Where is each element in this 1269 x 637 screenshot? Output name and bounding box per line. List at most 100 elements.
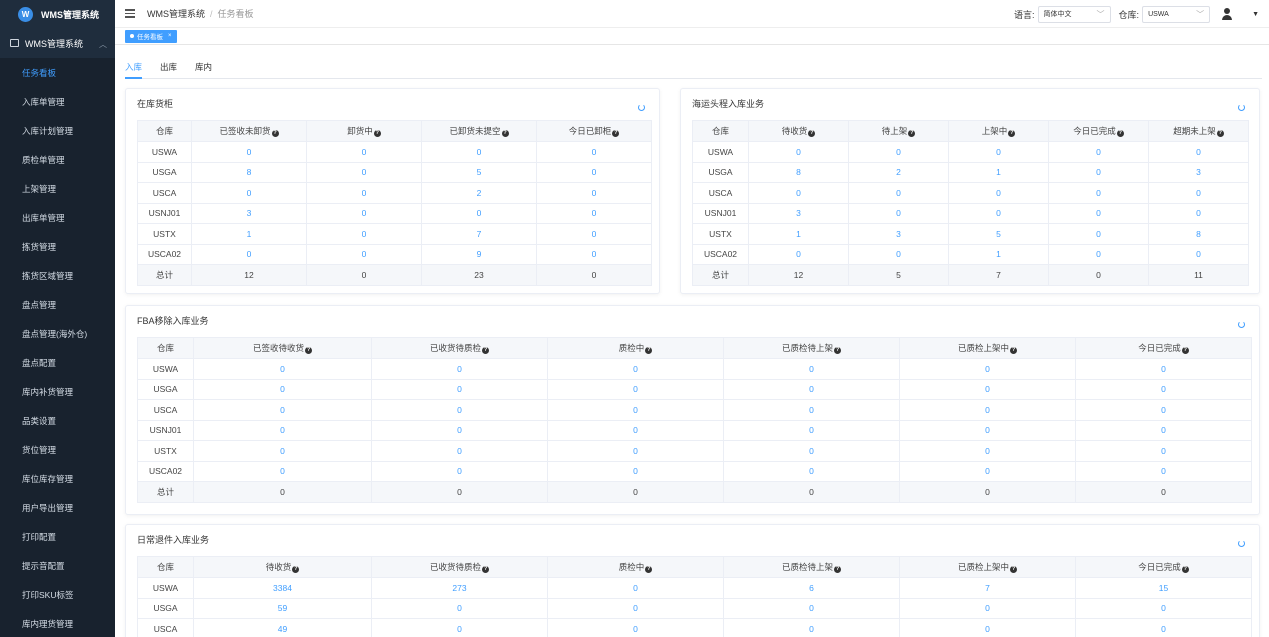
count-link[interactable]: 0	[723, 358, 900, 380]
count-link[interactable]: 0	[948, 182, 1049, 204]
tag-task-board[interactable]: 任务看板 ×	[125, 29, 177, 43]
count-link[interactable]: 0	[421, 202, 537, 224]
help-icon[interactable]: ?	[501, 130, 509, 137]
count-link[interactable]: 0	[1075, 597, 1252, 619]
count-link[interactable]: 0	[1148, 182, 1249, 204]
menu-toggle-icon[interactable]	[125, 9, 135, 18]
count-link[interactable]: 1	[191, 223, 307, 245]
count-link[interactable]: 0	[748, 141, 849, 163]
help-icon[interactable]: ?	[1216, 130, 1224, 137]
count-link[interactable]: 0	[536, 223, 652, 245]
count-link[interactable]: 0	[1048, 223, 1149, 245]
count-link[interactable]: 5	[948, 223, 1049, 245]
count-link[interactable]: 0	[1075, 440, 1252, 462]
count-link[interactable]: 0	[193, 378, 372, 400]
count-link[interactable]: 0	[547, 378, 724, 400]
count-link[interactable]: 0	[899, 378, 1076, 400]
count-link[interactable]: 0	[1075, 358, 1252, 380]
count-link[interactable]: 0	[1048, 141, 1149, 163]
count-link[interactable]: 49	[193, 618, 372, 637]
count-link[interactable]: 0	[748, 243, 849, 265]
count-link[interactable]: 0	[536, 161, 652, 183]
count-link[interactable]: 0	[371, 597, 548, 619]
count-link[interactable]: 0	[306, 161, 422, 183]
refresh-icon[interactable]	[1238, 540, 1245, 547]
count-link[interactable]: 0	[371, 618, 548, 637]
help-icon[interactable]: ?	[1116, 130, 1124, 137]
help-icon[interactable]: ?	[645, 347, 653, 354]
help-icon[interactable]: ?	[482, 566, 489, 573]
count-link[interactable]: 1	[748, 223, 849, 245]
count-link[interactable]: 0	[848, 243, 949, 265]
count-link[interactable]: 6	[723, 577, 900, 599]
sidebar-item[interactable]: 打印SKU标签	[0, 580, 115, 609]
help-icon[interactable]: ?	[645, 566, 653, 573]
count-link[interactable]: 0	[547, 399, 724, 421]
count-link[interactable]: 0	[547, 358, 724, 380]
help-icon[interactable]: ?	[292, 566, 300, 573]
count-link[interactable]: 7	[421, 223, 537, 245]
count-link[interactable]: 0	[547, 440, 724, 462]
logo[interactable]: W WMS管理系统	[0, 0, 115, 28]
count-link[interactable]: 3384	[193, 577, 372, 599]
help-icon[interactable]: ?	[1010, 566, 1017, 573]
sidebar-item[interactable]: 打印配置	[0, 522, 115, 551]
count-link[interactable]: 0	[723, 460, 900, 482]
language-select[interactable]: 简体中文 ﹀	[1037, 5, 1111, 23]
count-link[interactable]: 0	[306, 182, 422, 204]
count-link[interactable]: 15	[1075, 577, 1252, 599]
sidebar-item[interactable]: 拣货区域管理	[0, 261, 115, 290]
caret-down-icon[interactable]: ▼	[1252, 11, 1259, 18]
count-link[interactable]: 1	[948, 243, 1049, 265]
count-link[interactable]: 0	[547, 419, 724, 441]
count-link[interactable]: 3	[748, 202, 849, 224]
count-link[interactable]: 0	[371, 358, 548, 380]
help-icon[interactable]: ?	[834, 347, 841, 354]
count-link[interactable]: 0	[1075, 618, 1252, 637]
count-link[interactable]: 0	[547, 577, 724, 599]
count-link[interactable]: 0	[1148, 141, 1249, 163]
sidebar-item[interactable]: 盘点管理	[0, 290, 115, 319]
count-link[interactable]: 0	[536, 243, 652, 265]
count-link[interactable]: 0	[1048, 161, 1149, 183]
count-link[interactable]: 59	[193, 597, 372, 619]
count-link[interactable]: 0	[193, 419, 372, 441]
sidebar-item[interactable]: 出库单管理	[0, 203, 115, 232]
help-icon[interactable]: ?	[482, 347, 489, 354]
count-link[interactable]: 2	[848, 161, 949, 183]
count-link[interactable]: 0	[1075, 378, 1252, 400]
sidebar-item[interactable]: 货位管理	[0, 435, 115, 464]
count-link[interactable]: 0	[1148, 202, 1249, 224]
count-link[interactable]: 0	[306, 223, 422, 245]
count-link[interactable]: 0	[899, 597, 1076, 619]
count-link[interactable]: 0	[748, 182, 849, 204]
sidebar-item[interactable]: 盘点配置	[0, 348, 115, 377]
count-link[interactable]: 0	[848, 202, 949, 224]
count-link[interactable]: 0	[848, 141, 949, 163]
count-link[interactable]: 0	[306, 243, 422, 265]
help-icon[interactable]: ?	[1008, 130, 1016, 137]
count-link[interactable]: 0	[191, 243, 307, 265]
close-icon[interactable]: ×	[168, 33, 172, 39]
count-link[interactable]: 0	[193, 460, 372, 482]
count-link[interactable]: 3	[1148, 161, 1249, 183]
sidebar-item[interactable]: 上架管理	[0, 174, 115, 203]
sidebar-item[interactable]: 任务看板	[0, 58, 115, 87]
refresh-icon[interactable]	[1238, 321, 1245, 328]
count-link[interactable]: 5	[421, 161, 537, 183]
count-link[interactable]: 0	[848, 182, 949, 204]
count-link[interactable]: 0	[191, 141, 307, 163]
count-link[interactable]: 7	[899, 577, 1076, 599]
tab-internal[interactable]: 库内	[195, 61, 212, 78]
count-link[interactable]: 0	[899, 440, 1076, 462]
count-link[interactable]: 0	[193, 399, 372, 421]
count-link[interactable]: 0	[371, 440, 548, 462]
refresh-icon[interactable]	[1238, 104, 1245, 111]
count-link[interactable]: 0	[193, 358, 372, 380]
count-link[interactable]: 0	[723, 618, 900, 637]
sidebar-item[interactable]: 盘点管理(海外仓)	[0, 319, 115, 348]
refresh-icon[interactable]	[638, 104, 645, 111]
count-link[interactable]: 0	[191, 182, 307, 204]
help-icon[interactable]: ?	[834, 566, 841, 573]
count-link[interactable]: 0	[547, 460, 724, 482]
